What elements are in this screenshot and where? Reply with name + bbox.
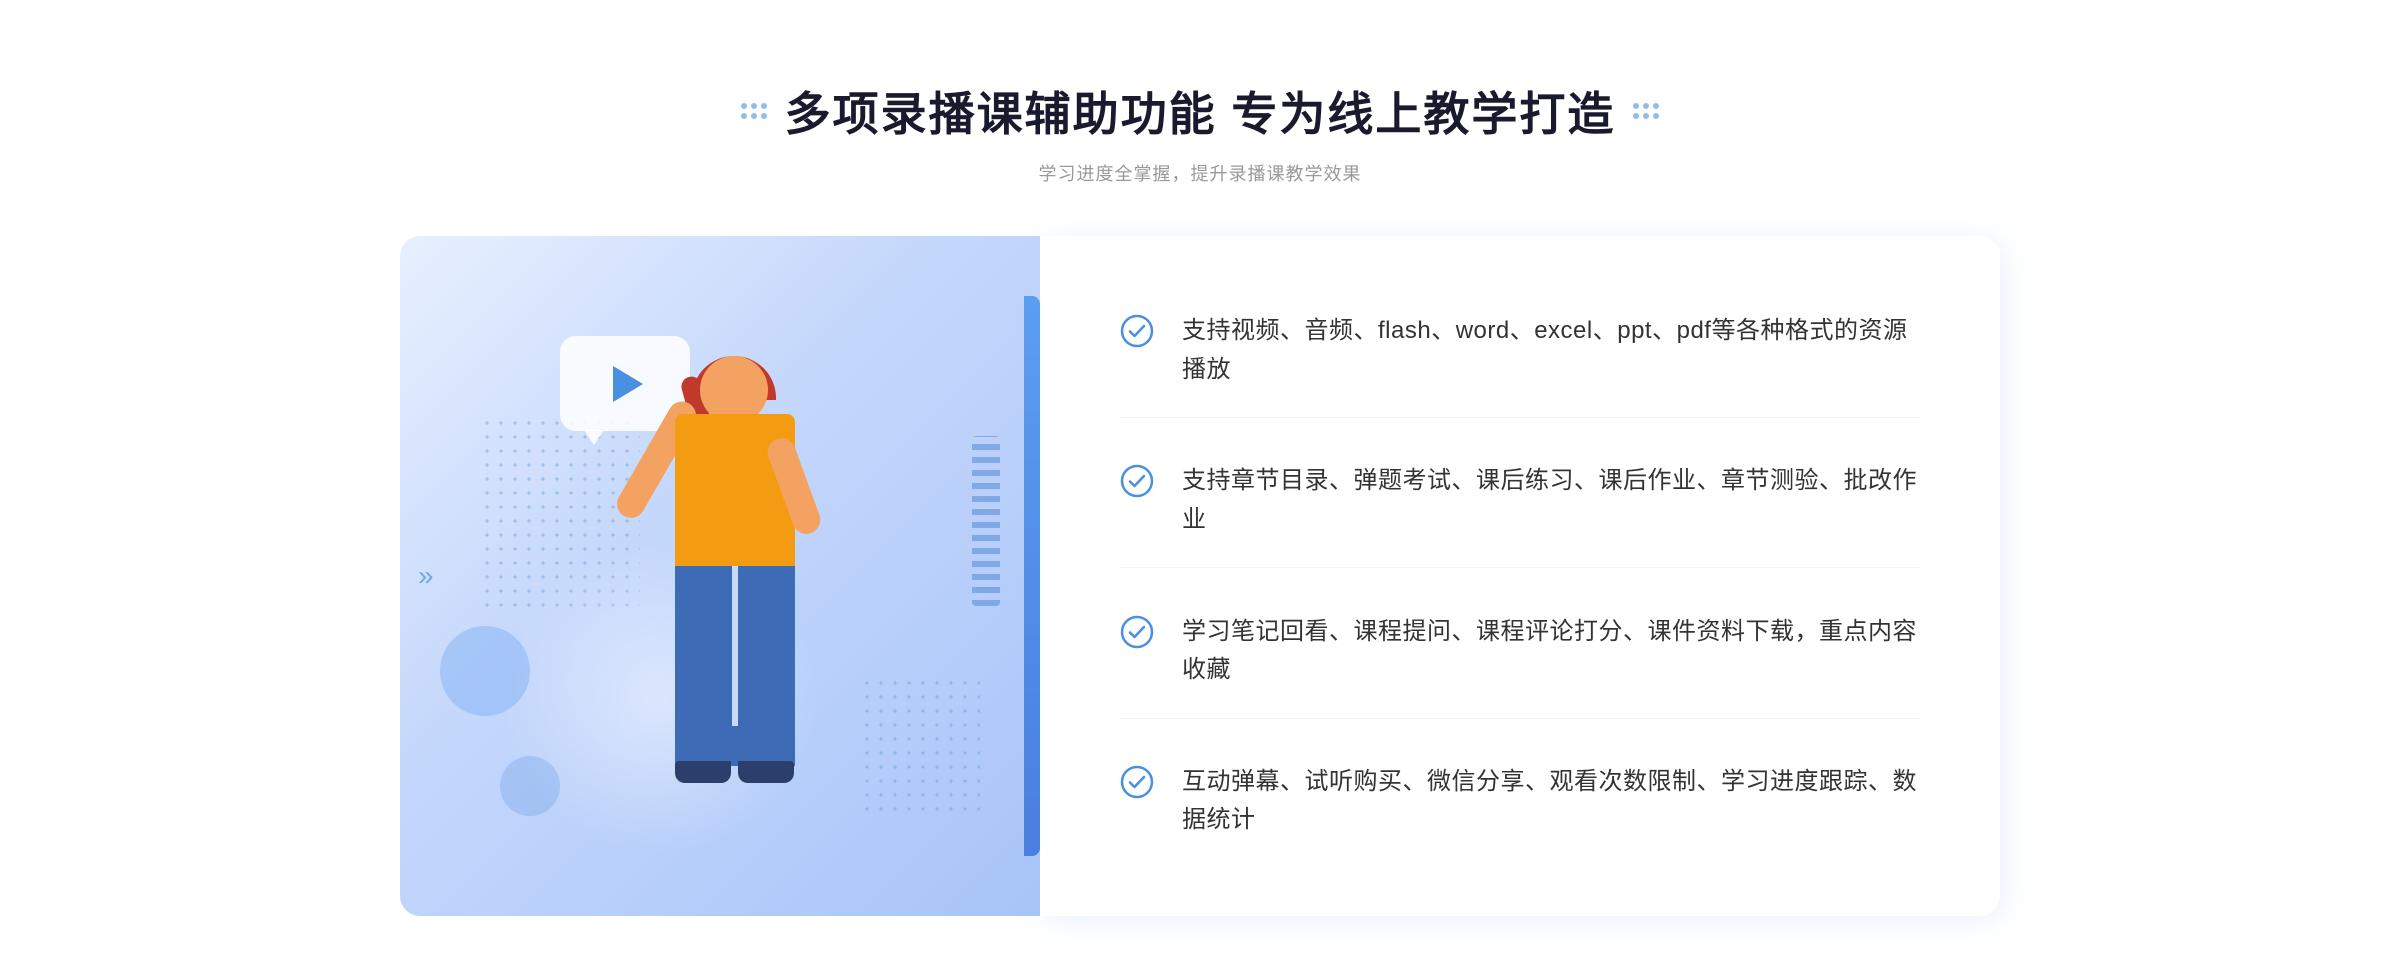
person-pants-gap [732,566,738,726]
deco-circle-2 [500,756,560,816]
header-dots-left-icon [741,103,767,119]
person-figure [580,356,880,916]
check-icon-4 [1120,765,1154,799]
features-panel: 支持视频、音频、flash、word、excel、ppt、pdf等各种格式的资源… [1040,236,2000,916]
person-shoe-right [738,761,794,783]
feature-item-3: 学习笔记回看、课程提问、课程评论打分、课件资料下载，重点内容收藏 [1120,585,1920,719]
blue-connector [1024,296,1040,856]
check-icon-2 [1120,464,1154,498]
person-shoe-left [675,761,731,783]
header-dots-right-icon [1633,103,1659,119]
page-subtitle: 学习进度全掌握，提升录播课教学效果 [1039,160,1362,186]
content-section: » [400,236,2000,916]
feature-item-2: 支持章节目录、弹题考试、课后练习、课后作业、章节测验、批改作业 [1120,434,1920,568]
feature-item-1: 支持视频、音频、flash、word、excel、ppt、pdf等各种格式的资源… [1120,284,1920,418]
feature-text-1: 支持视频、音频、flash、word、excel、ppt、pdf等各种格式的资源… [1182,312,1920,389]
feature-item-4: 互动弹幕、试听购买、微信分享、观看次数限制、学习进度跟踪、数据统计 [1120,735,1920,868]
main-title: 多项录播课辅助功能 专为线上教学打造 [785,78,1616,144]
page-wrapper: 多项录播课辅助功能 专为线上教学打造 学习进度全掌握，提升录播课教学效果 » [0,38,2400,936]
illustration-area: » [400,236,1040,916]
feature-text-4: 互动弹幕、试听购买、微信分享、观看次数限制、学习进度跟踪、数据统计 [1182,763,1920,840]
title-row: 多项录播课辅助功能 专为线上教学打造 [741,78,1660,144]
header-section: 多项录播课辅助功能 专为线上教学打造 学习进度全掌握，提升录播课教学效果 [741,78,1660,186]
feature-text-3: 学习笔记回看、课程提问、课程评论打分、课件资料下载，重点内容收藏 [1182,613,1920,690]
check-icon-1 [1120,314,1154,348]
feature-text-2: 支持章节目录、弹题考试、课后练习、课后作业、章节测验、批改作业 [1182,462,1920,539]
chevrons-left-icon: » [418,560,434,592]
deco-circle-1 [440,626,530,716]
check-icon-3 [1120,615,1154,649]
striped-bar [972,436,1000,606]
